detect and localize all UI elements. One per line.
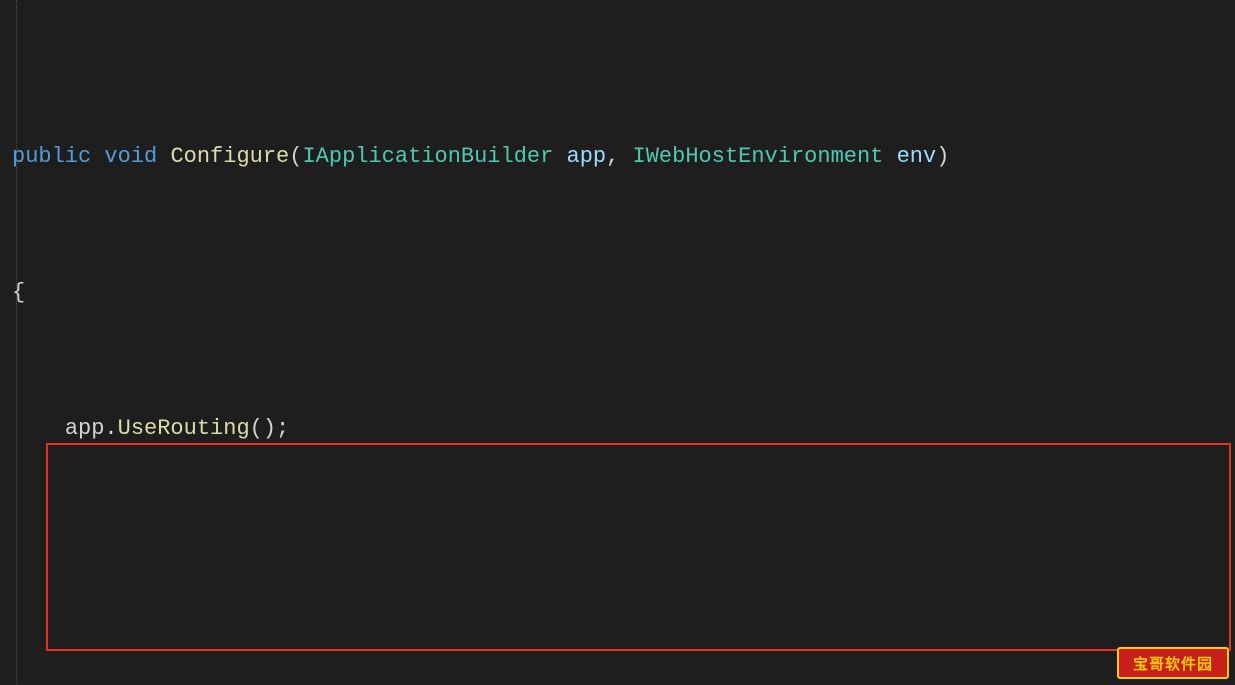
code-line: app.UseRouting(); xyxy=(4,412,1235,446)
watermark-badge: 宝哥软件园 xyxy=(1117,647,1229,679)
code-line xyxy=(4,548,1235,582)
code-line: { xyxy=(4,276,1235,310)
code-line: public void Configure(IApplicationBuilde… xyxy=(4,140,1235,174)
highlight-rectangle xyxy=(46,443,1231,651)
code-editor[interactable]: public void Configure(IApplicationBuilde… xyxy=(0,0,1235,685)
indent-guide xyxy=(16,0,17,685)
